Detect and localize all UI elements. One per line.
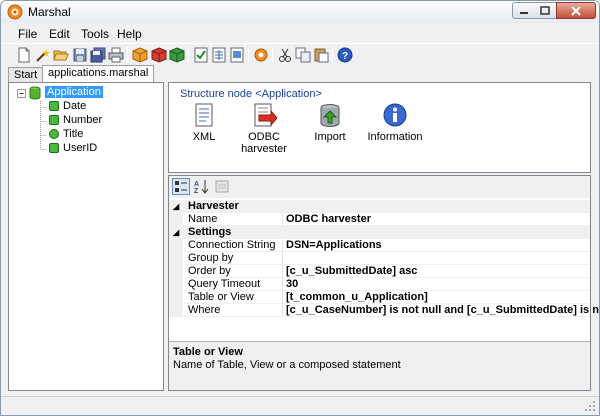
property-grid-panel: A Z ◢ Harvester Name ODBC harvester ◢ Se… (168, 175, 599, 391)
tab-applications-marshal[interactable]: applications.marshal (42, 65, 155, 82)
toolbar-separator (127, 47, 128, 63)
document-export-icon[interactable] (229, 47, 245, 63)
key-field-icon (49, 129, 59, 139)
close-icon (571, 5, 581, 16)
odbc-label-line2: harvester (241, 143, 287, 155)
marshal-app-icon (7, 4, 23, 20)
document-grid-icon[interactable] (211, 47, 227, 63)
copy-icon[interactable] (295, 47, 311, 63)
property-grid-toolbar: A Z (169, 176, 590, 198)
sort-alphabetical-icon[interactable]: A Z (192, 178, 210, 195)
new-icon[interactable] (16, 47, 32, 63)
maximize-button[interactable] (534, 2, 557, 19)
toolbar-separator (188, 47, 189, 63)
menu-edit[interactable]: Edit (49, 27, 70, 41)
open-folder-icon[interactable] (53, 47, 69, 63)
title-bar: Marshal (1, 1, 599, 23)
import-action[interactable]: Import (314, 103, 346, 143)
information-action[interactable]: Information (367, 103, 423, 143)
category-settings[interactable]: ◢ Settings (169, 226, 590, 239)
tab-start[interactable]: Start (8, 67, 44, 82)
field-icon (49, 115, 59, 125)
minimize-icon (519, 11, 528, 14)
import-label: Import (314, 131, 346, 143)
cut-icon[interactable] (277, 47, 293, 63)
status-bar (1, 396, 599, 415)
import-icon (320, 104, 340, 127)
save-all-icon[interactable] (90, 47, 106, 63)
maximize-icon (540, 6, 550, 15)
minimize-button[interactable] (512, 2, 535, 19)
tree-node-application[interactable]: Application (45, 86, 103, 98)
tree-node-number[interactable]: Number (63, 114, 102, 126)
category-harvester[interactable]: ◢ Harvester (169, 200, 590, 213)
application-db-icon (29, 86, 41, 100)
collapse-arrow-icon[interactable]: ◢ (173, 226, 179, 239)
app-window: Marshal File Edit Tools Help ? Start app… (0, 0, 600, 416)
print-icon[interactable] (108, 47, 124, 63)
property-pages-icon[interactable] (213, 178, 231, 195)
document-tabs: Start applications.marshal (1, 65, 599, 82)
property-description: Table or View Name of Table, View or a c… (169, 341, 590, 390)
paste-icon[interactable] (313, 47, 329, 63)
tree-node-title[interactable]: Title (63, 128, 83, 140)
cube-red-icon[interactable] (151, 47, 167, 63)
field-icon (49, 101, 59, 111)
cube-orange-icon[interactable] (132, 47, 148, 63)
gear-icon[interactable] (253, 47, 269, 63)
tree-node-userid[interactable]: UserID (63, 142, 97, 154)
description-title: Table or View (173, 346, 243, 358)
structure-node-panel: Structure node <Application> XML ODBC ha… (168, 82, 591, 173)
odbc-harvester-icon (254, 103, 278, 127)
xml-action[interactable]: XML (191, 103, 217, 143)
menu-tools[interactable]: Tools (81, 27, 109, 41)
help-icon[interactable]: ? (337, 47, 353, 63)
odbc-harvester-action[interactable]: ODBC harvester (241, 103, 287, 163)
menu-help[interactable]: Help (117, 27, 142, 41)
save-icon[interactable] (72, 47, 88, 63)
resize-grip-icon[interactable] (585, 401, 596, 412)
odbc-label-line1: ODBC (248, 131, 280, 143)
information-icon (383, 103, 407, 127)
tree-node-date[interactable]: Date (63, 100, 86, 112)
svg-text:?: ? (342, 51, 348, 62)
toolbar-separator (272, 47, 273, 63)
toolbar-separator (332, 47, 333, 63)
close-button[interactable] (556, 2, 596, 19)
window-title: Marshal (28, 5, 71, 19)
main-toolbar: ? (1, 43, 599, 65)
property-grid: ◢ Harvester Name ODBC harvester ◢ Settin… (169, 200, 599, 338)
document-check-icon[interactable] (193, 47, 209, 63)
description-text: Name of Table, View or a composed statem… (173, 359, 401, 371)
svg-text:Z: Z (194, 188, 199, 195)
menu-file[interactable]: File (18, 27, 37, 41)
information-label: Information (367, 131, 423, 143)
xml-icon (195, 103, 213, 127)
toolbar-separator (248, 47, 249, 63)
svg-text:A: A (194, 181, 199, 188)
categorized-view-icon[interactable] (172, 178, 190, 195)
field-icon (49, 143, 59, 153)
wand-icon[interactable] (35, 47, 51, 63)
structure-tree: Application Date Number Title UserID (8, 82, 164, 391)
cube-green-icon[interactable] (169, 47, 185, 63)
structure-node-title: Structure node <Application> (180, 88, 322, 100)
collapse-arrow-icon[interactable]: ◢ (173, 200, 179, 213)
menu-bar: File Edit Tools Help (1, 24, 599, 43)
